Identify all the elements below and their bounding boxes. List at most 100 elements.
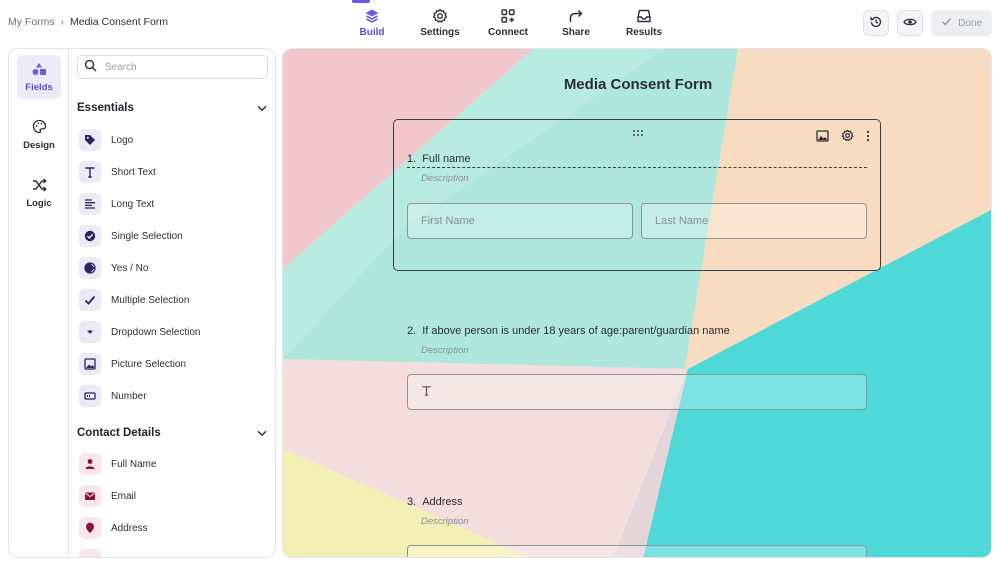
question-description[interactable]: Description <box>421 345 730 356</box>
chevron-down-icon <box>257 426 267 440</box>
history-icon <box>869 15 883 32</box>
field-yes-no[interactable]: Yes / No <box>79 257 148 279</box>
question-2: 2. If above person is under 18 years of … <box>407 325 730 356</box>
contact-field-icon <box>79 549 101 557</box>
question-description[interactable]: Description <box>421 173 470 184</box>
form-title[interactable]: Media Consent Form <box>283 76 991 93</box>
main-nav: Build Settings Connect Share Results <box>338 0 678 46</box>
form-title-text: Media Consent Form <box>563 76 713 93</box>
done-label: Done <box>958 17 982 29</box>
question-text: Full name <box>422 153 471 165</box>
shuffle-icon <box>32 177 47 195</box>
first-name-placeholder: First Name <box>421 215 475 227</box>
field-multiple-selection[interactable]: Multiple Selection <box>79 289 189 311</box>
question-title[interactable]: 3. Address <box>407 496 469 508</box>
fields-list: Essentials Logo Short Text Long Text Sin… <box>69 49 275 557</box>
field-label: Email <box>111 490 137 502</box>
half-circle-icon <box>79 257 101 279</box>
eye-icon <box>903 15 917 32</box>
question-toolbar <box>816 129 870 145</box>
field-email[interactable]: Email <box>79 485 136 507</box>
question-title[interactable]: 2. If above person is under 18 years of … <box>407 325 730 337</box>
rail-design[interactable]: Design <box>17 113 61 157</box>
shapes-icon <box>31 62 47 79</box>
rail-label: Design <box>23 140 55 151</box>
layers-icon <box>363 8 381 24</box>
field-full-name[interactable]: Full Name <box>79 453 157 475</box>
search-box[interactable] <box>77 55 268 79</box>
rail-fields[interactable]: Fields <box>17 55 61 99</box>
field-dropdown-selection[interactable]: Dropdown Selection <box>79 321 201 343</box>
tab-connect[interactable]: Connect <box>474 0 542 46</box>
picture-icon <box>79 353 101 375</box>
tab-settings[interactable]: Settings <box>406 0 474 46</box>
search-input[interactable] <box>105 61 255 73</box>
field-number[interactable]: Number <box>79 385 147 407</box>
inbox-icon <box>635 8 653 24</box>
done-button[interactable]: Done <box>931 10 992 36</box>
caret-down-icon <box>79 321 101 343</box>
question-title[interactable]: 1. Full name <box>407 153 470 165</box>
address-input[interactable] <box>407 545 867 557</box>
field-label: Dropdown Selection <box>111 326 201 338</box>
number-field-icon <box>79 385 101 407</box>
drag-handle-icon[interactable] <box>632 126 644 140</box>
tab-share[interactable]: Share <box>542 0 610 46</box>
question-number: 1. <box>407 153 417 165</box>
history-button[interactable] <box>863 10 890 36</box>
share-arrow-icon <box>567 8 585 24</box>
rail-logic[interactable]: Logic <box>17 171 61 215</box>
tab-results[interactable]: Results <box>610 0 678 46</box>
field-label: Yes / No <box>111 262 149 274</box>
tag-icon <box>79 129 101 151</box>
field-single-selection[interactable]: Single Selection <box>79 225 183 247</box>
field-address[interactable]: Address <box>79 517 148 539</box>
preview-button[interactable] <box>897 10 924 36</box>
guardian-name-input[interactable] <box>407 374 867 410</box>
more-vertical-icon[interactable] <box>866 130 870 145</box>
first-name-input[interactable]: First Name <box>407 203 633 239</box>
gear-icon[interactable] <box>841 129 854 145</box>
question-number: 2. <box>407 325 417 337</box>
field-label: Long Text <box>111 198 155 210</box>
last-name-input[interactable]: Last Name <box>641 203 867 239</box>
section-essentials-header[interactable]: Essentials <box>77 101 267 115</box>
selected-question-card[interactable] <box>393 119 881 271</box>
field-label: Single Selection <box>111 230 183 242</box>
search-icon <box>84 59 97 75</box>
text-t-icon <box>421 385 432 399</box>
integrations-icon <box>499 8 517 24</box>
section-contact-header[interactable]: Contact Details <box>77 426 267 440</box>
paragraph-icon <box>79 193 101 215</box>
section-title: Essentials <box>77 102 134 114</box>
top-actions: Done <box>863 10 992 36</box>
field-long-text[interactable]: Long Text <box>79 193 154 215</box>
field-logo[interactable]: Logo <box>79 129 133 151</box>
panel-rail: Fields Design Logic <box>9 49 69 557</box>
question-description[interactable]: Description <box>421 516 469 527</box>
tab-label: Results <box>625 27 663 38</box>
tab-build[interactable]: Build <box>338 0 406 46</box>
check-icon <box>941 16 952 30</box>
checkmark-icon <box>79 289 101 311</box>
envelope-icon <box>79 485 101 507</box>
fields-panel: Fields Design Logic Essentials <box>8 48 276 558</box>
field-label: Number <box>111 390 147 402</box>
question-number: 3. <box>407 496 417 508</box>
tab-label: Share <box>562 27 590 38</box>
tab-label: Build <box>359 27 385 38</box>
field-more[interactable] <box>79 549 101 557</box>
field-label: Logo <box>111 134 134 146</box>
question-text: If above person is under 18 years of age… <box>422 325 730 337</box>
palette-icon <box>32 119 47 137</box>
field-label: Address <box>111 522 148 534</box>
question-1: 1. Full name Description <box>407 153 470 184</box>
question-text: Address <box>422 496 463 508</box>
text-t-icon <box>79 161 101 183</box>
breadcrumb-my-forms[interactable]: My Forms <box>8 16 55 28</box>
gear-icon <box>431 8 449 24</box>
field-picture-selection[interactable]: Picture Selection <box>79 353 186 375</box>
field-label: Short Text <box>111 166 156 178</box>
image-icon[interactable] <box>816 129 829 145</box>
field-short-text[interactable]: Short Text <box>79 161 156 183</box>
